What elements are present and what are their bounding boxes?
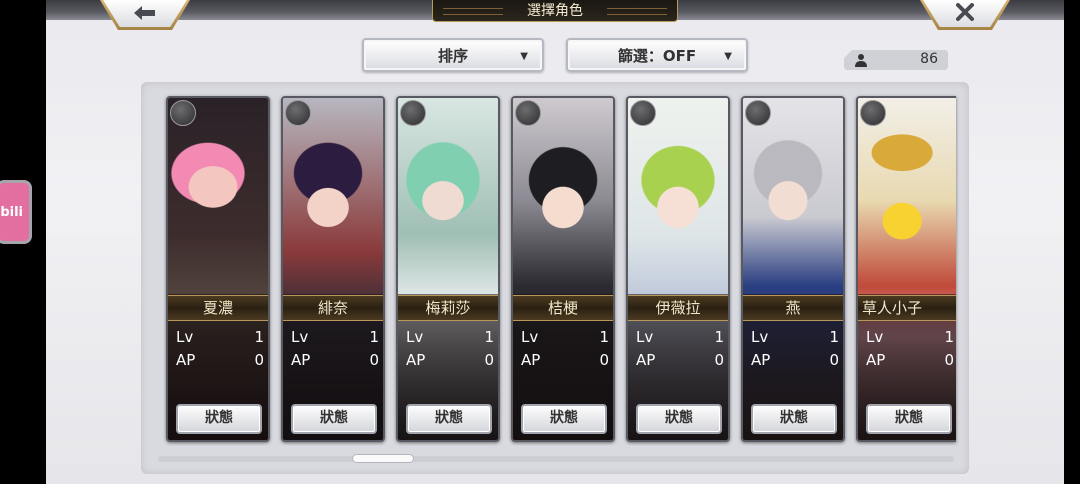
lv-value: 1 <box>369 328 379 346</box>
ap-label: AP <box>751 351 771 369</box>
level-row: Lv 1 <box>291 328 379 348</box>
fist-icon <box>860 100 886 126</box>
bilibili-floating-tab[interactable]: bili <box>0 180 32 244</box>
character-card[interactable]: 緋奈 Lv 1 AP 0 狀態 <box>281 96 385 442</box>
ap-value: 0 <box>369 351 379 369</box>
status-button[interactable]: 狀態 <box>176 404 262 434</box>
ap-value: 0 <box>714 351 724 369</box>
sword-icon <box>400 100 426 126</box>
level-row: Lv 1 <box>636 328 724 348</box>
ap-value: 0 <box>829 351 839 369</box>
close-icon <box>956 3 974 24</box>
character-name: 伊薇拉 <box>628 295 728 321</box>
ap-label: AP <box>636 351 656 369</box>
character-card[interactable]: 伊薇拉 Lv 1 AP 0 狀態 <box>626 96 730 442</box>
sword-icon <box>170 100 196 126</box>
ap-row: AP 0 <box>291 351 379 371</box>
status-button[interactable]: 狀態 <box>636 404 722 434</box>
ap-label: AP <box>406 351 426 369</box>
ap-label: AP <box>291 351 311 369</box>
fist-icon <box>745 100 771 126</box>
ap-value: 0 <box>944 351 954 369</box>
lv-value: 1 <box>944 328 954 346</box>
side-tab-label: bili <box>0 204 23 220</box>
ap-value: 0 <box>254 351 264 369</box>
status-button[interactable]: 狀態 <box>751 404 837 434</box>
character-card[interactable]: 草人小子 Lv 1 AP 0 狀態 <box>856 96 956 442</box>
ap-row: AP 0 <box>406 351 494 371</box>
level-row: Lv 1 <box>751 328 839 348</box>
filter-dropdown[interactable]: 篩選：OFF ▼ <box>566 38 748 72</box>
level-row: Lv 1 <box>176 328 264 348</box>
character-name: 梅莉莎 <box>398 295 498 321</box>
lv-label: Lv <box>176 328 194 346</box>
lv-label: Lv <box>751 328 769 346</box>
lv-label: Lv <box>406 328 424 346</box>
back-arrow-icon <box>134 4 156 24</box>
lv-label: Lv <box>291 328 309 346</box>
status-button[interactable]: 狀態 <box>291 404 377 434</box>
ap-value: 0 <box>599 351 609 369</box>
user-icon <box>855 54 867 67</box>
lv-value: 1 <box>254 328 264 346</box>
lv-value: 1 <box>484 328 494 346</box>
character-card[interactable]: 燕 Lv 1 AP 0 狀態 <box>741 96 845 442</box>
status-button[interactable]: 狀態 <box>521 404 607 434</box>
filter-label: 篩選：OFF <box>617 46 697 65</box>
chevron-down-icon: ▼ <box>520 51 528 62</box>
chevron-down-icon: ▼ <box>724 51 732 62</box>
sword-icon <box>285 100 311 126</box>
status-button[interactable]: 狀態 <box>406 404 492 434</box>
count-value: 86 <box>920 51 938 67</box>
page-title: 選擇角色 <box>432 0 678 22</box>
character-count: 86 <box>844 50 948 70</box>
character-name: 草人小子 <box>858 295 956 321</box>
back-button[interactable] <box>100 0 190 30</box>
game-screen: 選擇角色 排序 ▼ 篩選：OFF ▼ 86 夏濃 Lv 1 AP 0 狀態 緋奈… <box>46 0 1064 484</box>
lv-label: Lv <box>636 328 654 346</box>
ap-row: AP 0 <box>751 351 839 371</box>
status-button[interactable]: 狀態 <box>866 404 952 434</box>
sword-icon <box>515 100 541 126</box>
character-card[interactable]: 夏濃 Lv 1 AP 0 狀態 <box>166 96 270 442</box>
ap-row: AP 0 <box>636 351 724 371</box>
character-name: 燕 <box>743 295 843 321</box>
lv-label: Lv <box>866 328 884 346</box>
ap-row: AP 0 <box>866 351 954 371</box>
ap-row: AP 0 <box>521 351 609 371</box>
character-card[interactable]: 梅莉莎 Lv 1 AP 0 狀態 <box>396 96 500 442</box>
spear-icon <box>630 100 656 126</box>
ap-label: AP <box>521 351 541 369</box>
close-button[interactable] <box>920 0 1010 30</box>
scrollbar-thumb[interactable] <box>352 454 414 463</box>
character-name: 桔梗 <box>513 295 613 321</box>
lv-label: Lv <box>521 328 539 346</box>
character-card[interactable]: 桔梗 Lv 1 AP 0 狀態 <box>511 96 615 442</box>
ap-row: AP 0 <box>176 351 264 371</box>
ap-label: AP <box>866 351 886 369</box>
horizontal-scrollbar[interactable] <box>158 456 954 462</box>
ap-label: AP <box>176 351 196 369</box>
level-row: Lv 1 <box>866 328 954 348</box>
level-row: Lv 1 <box>406 328 494 348</box>
ap-value: 0 <box>484 351 494 369</box>
sort-dropdown[interactable]: 排序 ▼ <box>362 38 544 72</box>
character-name: 夏濃 <box>168 295 268 321</box>
lv-value: 1 <box>714 328 724 346</box>
right-edge-bar <box>1064 0 1080 484</box>
character-name: 緋奈 <box>283 295 383 321</box>
lv-value: 1 <box>599 328 609 346</box>
sort-label: 排序 <box>437 46 468 65</box>
lv-value: 1 <box>829 328 839 346</box>
level-row: Lv 1 <box>521 328 609 348</box>
